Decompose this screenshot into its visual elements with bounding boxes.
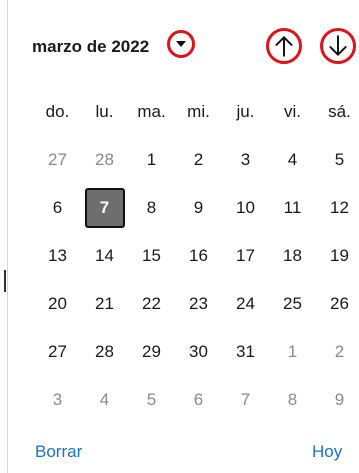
weekday-header-row: do. lu. ma. mi. ju. vi. sá. (34, 88, 359, 136)
day-cell[interactable]: 2 (175, 140, 222, 180)
day-cell[interactable]: 15 (128, 236, 175, 276)
day-cell[interactable]: 13 (34, 236, 81, 276)
day-cell[interactable]: 1 (128, 140, 175, 180)
month-year-selector[interactable]: marzo de 2022 (32, 34, 149, 60)
calendar-footer: Borrar Hoy (0, 432, 359, 472)
weekday-label: do. (45, 102, 70, 121)
day-cell[interactable]: 29 (128, 332, 175, 372)
adjacent-month-day-cell[interactable]: 7 (222, 380, 269, 420)
month-year-label: marzo de 2022 (32, 37, 150, 56)
week-row: 3456789 (34, 376, 359, 424)
adjacent-month-day-cell[interactable]: 5 (128, 380, 175, 420)
adjacent-month-day-cell[interactable]: 3 (34, 380, 81, 420)
day-cell[interactable]: 26 (316, 284, 359, 324)
week-row: 20 21 22 23 24 25 26 (34, 280, 359, 328)
day-cell[interactable]: 31 (222, 332, 269, 372)
day-cell[interactable]: 12 (316, 188, 359, 228)
day-cell[interactable]: 30 (175, 332, 222, 372)
day-cell[interactable]: 22 (128, 284, 175, 324)
weekday-label: ju. (236, 102, 255, 121)
day-cell[interactable]: 10 (222, 188, 269, 228)
adjacent-month-day-cell[interactable]: 4 (81, 380, 128, 420)
calendar-grid: do. lu. ma. mi. ju. vi. sá. 27 28 1 2 3 4 5 6 7 8 9 10 11 1… (34, 88, 359, 424)
week-row: 27 28 1 2 3 4 5 (34, 136, 359, 184)
weekday-label: mi. (187, 102, 210, 121)
previous-month-button[interactable] (266, 28, 302, 64)
day-cell[interactable]: 16 (175, 236, 222, 276)
day-cell[interactable]: 27 (34, 332, 81, 372)
adjacent-month-day-cell[interactable]: 6 (175, 380, 222, 420)
adjacent-month-day-cell[interactable]: 1 (269, 332, 316, 372)
next-month-button[interactable] (320, 28, 356, 64)
month-dropdown-toggle[interactable] (167, 30, 195, 58)
day-cell[interactable]: 20 (34, 284, 81, 324)
day-cell[interactable]: 23 (175, 284, 222, 324)
day-cell[interactable]: 19 (316, 236, 359, 276)
day-cell[interactable]: 6 (34, 188, 81, 228)
day-cell[interactable]: 4 (269, 140, 316, 180)
weekday-label: sá. (328, 102, 351, 121)
day-cell[interactable]: 11 (269, 188, 316, 228)
week-row: 13 14 15 16 17 18 19 (34, 232, 359, 280)
day-cell[interactable]: 25 (269, 284, 316, 324)
day-cell[interactable]: 17 (222, 236, 269, 276)
day-cell[interactable]: 28 (81, 332, 128, 372)
arrow-down-icon (329, 35, 347, 56)
weekday-label: lu. (95, 102, 114, 121)
selected-day-cell[interactable]: 7 (84, 188, 125, 228)
week-row: 27 28 29 30 31 1 2 (34, 328, 359, 376)
day-cell[interactable]: 18 (269, 236, 316, 276)
calendar-header: marzo de 2022 (0, 0, 359, 90)
adjacent-month-day-cell[interactable]: 9 (316, 380, 359, 420)
day-cell[interactable]: 8 (128, 188, 175, 228)
day-cell[interactable]: 24 (222, 284, 269, 324)
adjacent-month-day-cell[interactable]: 27 (34, 140, 81, 180)
adjacent-month-day-cell[interactable]: 2 (316, 332, 359, 372)
today-button[interactable]: Hoy (312, 442, 342, 462)
day-cell[interactable]: 14 (81, 236, 128, 276)
adjacent-month-day-cell[interactable]: 8 (269, 380, 316, 420)
weekday-label: vi. (284, 102, 301, 121)
caret-down-icon (176, 41, 186, 47)
adjacent-month-day-cell[interactable]: 28 (81, 140, 128, 180)
resize-handle[interactable] (4, 270, 6, 292)
day-cell[interactable]: 5 (316, 140, 359, 180)
week-row: 6 7 8 9 10 11 12 (34, 184, 359, 232)
arrow-up-icon (275, 36, 293, 57)
day-cell[interactable]: 3 (222, 140, 269, 180)
day-cell[interactable]: 21 (81, 284, 128, 324)
weekday-label: ma. (137, 102, 166, 121)
clear-button[interactable]: Borrar (35, 442, 82, 462)
day-cell[interactable]: 9 (175, 188, 222, 228)
